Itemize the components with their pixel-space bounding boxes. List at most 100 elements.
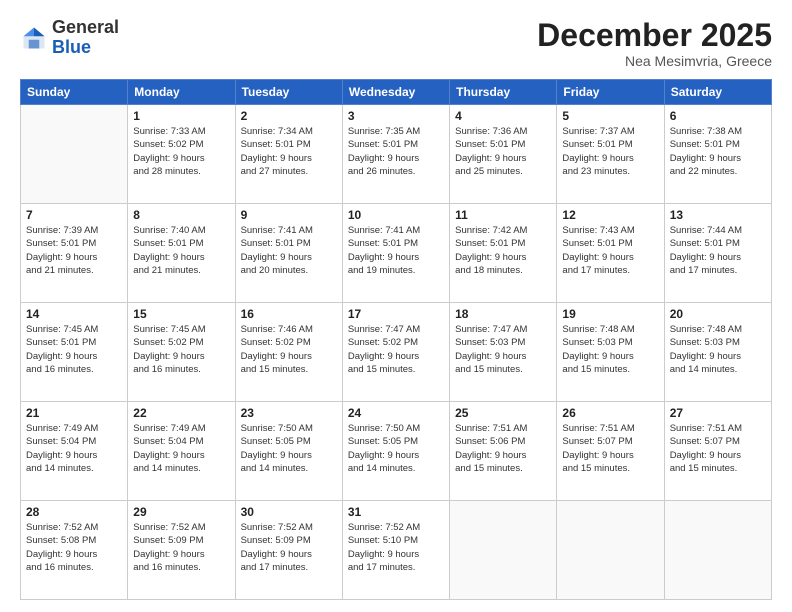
day-info: Sunrise: 7:51 AM Sunset: 5:07 PM Dayligh… xyxy=(670,422,766,475)
day-info: Sunrise: 7:34 AM Sunset: 5:01 PM Dayligh… xyxy=(241,125,337,178)
day-cell: 30 Sunrise: 7:52 AM Sunset: 5:09 PM Dayli… xyxy=(235,501,342,600)
day-info: Sunrise: 7:47 AM Sunset: 5:02 PM Dayligh… xyxy=(348,323,444,376)
day-info: Sunrise: 7:52 AM Sunset: 5:10 PM Dayligh… xyxy=(348,521,444,574)
subtitle: Nea Mesimvria, Greece xyxy=(537,53,772,69)
day-info: Sunrise: 7:40 AM Sunset: 5:01 PM Dayligh… xyxy=(133,224,229,277)
day-cell: 24 Sunrise: 7:50 AM Sunset: 5:05 PM Dayli… xyxy=(342,402,449,501)
day-number: 15 xyxy=(133,307,229,321)
day-number: 19 xyxy=(562,307,658,321)
logo-blue: Blue xyxy=(52,37,91,57)
day-cell: 21Sunrise: 7:49 AM Sunset: 5:04 PM Dayli… xyxy=(21,402,128,501)
day-info: Sunrise: 7:52 AM Sunset: 5:08 PM Dayligh… xyxy=(26,521,122,574)
title-block: December 2025 Nea Mesimvria, Greece xyxy=(537,18,772,69)
day-info: Sunrise: 7:51 AM Sunset: 5:06 PM Dayligh… xyxy=(455,422,551,475)
day-cell: 2 Sunrise: 7:34 AM Sunset: 5:01 PM Daylig… xyxy=(235,105,342,204)
day-info: Sunrise: 7:35 AM Sunset: 5:01 PM Dayligh… xyxy=(348,125,444,178)
day-cell: 8 Sunrise: 7:40 AM Sunset: 5:01 PM Daylig… xyxy=(128,204,235,303)
day-info: Sunrise: 7:47 AM Sunset: 5:03 PM Dayligh… xyxy=(455,323,551,376)
day-info: Sunrise: 7:44 AM Sunset: 5:01 PM Dayligh… xyxy=(670,224,766,277)
day-number: 23 xyxy=(241,406,337,420)
day-number: 7 xyxy=(26,208,122,222)
day-cell: 10 Sunrise: 7:41 AM Sunset: 5:01 PM Dayli… xyxy=(342,204,449,303)
calendar: SundayMondayTuesdayWednesdayThursdayFrid… xyxy=(20,79,772,600)
day-number: 9 xyxy=(241,208,337,222)
day-info: Sunrise: 7:48 AM Sunset: 5:03 PM Dayligh… xyxy=(562,323,658,376)
day-cell xyxy=(21,105,128,204)
day-cell: 7 Sunrise: 7:39 AM Sunset: 5:01 PM Daylig… xyxy=(21,204,128,303)
day-number: 11 xyxy=(455,208,551,222)
day-info: Sunrise: 7:36 AM Sunset: 5:01 PM Dayligh… xyxy=(455,125,551,178)
day-cell: 29Sunrise: 7:52 AM Sunset: 5:09 PM Dayli… xyxy=(128,501,235,600)
week-row-2: 7 Sunrise: 7:39 AM Sunset: 5:01 PM Daylig… xyxy=(21,204,772,303)
day-number: 5 xyxy=(562,109,658,123)
day-info: Sunrise: 7:46 AM Sunset: 5:02 PM Dayligh… xyxy=(241,323,337,376)
col-header-friday: Friday xyxy=(557,80,664,105)
day-number: 2 xyxy=(241,109,337,123)
day-info: Sunrise: 7:50 AM Sunset: 5:05 PM Dayligh… xyxy=(348,422,444,475)
day-cell: 5 Sunrise: 7:37 AM Sunset: 5:01 PM Daylig… xyxy=(557,105,664,204)
col-header-monday: Monday xyxy=(128,80,235,105)
day-cell: 27 Sunrise: 7:51 AM Sunset: 5:07 PM Dayli… xyxy=(664,402,771,501)
day-info: Sunrise: 7:37 AM Sunset: 5:01 PM Dayligh… xyxy=(562,125,658,178)
day-number: 20 xyxy=(670,307,766,321)
day-cell: 11 Sunrise: 7:42 AM Sunset: 5:01 PM Dayli… xyxy=(450,204,557,303)
logo-icon xyxy=(20,24,48,52)
day-number: 26 xyxy=(562,406,658,420)
day-cell: 4 Sunrise: 7:36 AM Sunset: 5:01 PM Daylig… xyxy=(450,105,557,204)
day-number: 24 xyxy=(348,406,444,420)
day-cell: 25Sunrise: 7:51 AM Sunset: 5:06 PM Dayli… xyxy=(450,402,557,501)
day-info: Sunrise: 7:49 AM Sunset: 5:04 PM Dayligh… xyxy=(26,422,122,475)
day-info: Sunrise: 7:52 AM Sunset: 5:09 PM Dayligh… xyxy=(241,521,337,574)
week-row-5: 28Sunrise: 7:52 AM Sunset: 5:08 PM Dayli… xyxy=(21,501,772,600)
day-info: Sunrise: 7:41 AM Sunset: 5:01 PM Dayligh… xyxy=(241,224,337,277)
day-number: 12 xyxy=(562,208,658,222)
day-info: Sunrise: 7:49 AM Sunset: 5:04 PM Dayligh… xyxy=(133,422,229,475)
col-header-tuesday: Tuesday xyxy=(235,80,342,105)
day-number: 1 xyxy=(133,109,229,123)
day-info: Sunrise: 7:42 AM Sunset: 5:01 PM Dayligh… xyxy=(455,224,551,277)
day-number: 4 xyxy=(455,109,551,123)
day-number: 29 xyxy=(133,505,229,519)
day-cell: 12Sunrise: 7:43 AM Sunset: 5:01 PM Dayli… xyxy=(557,204,664,303)
logo-text: General Blue xyxy=(52,18,119,58)
day-number: 13 xyxy=(670,208,766,222)
day-number: 16 xyxy=(241,307,337,321)
day-cell: 28Sunrise: 7:52 AM Sunset: 5:08 PM Dayli… xyxy=(21,501,128,600)
col-header-thursday: Thursday xyxy=(450,80,557,105)
header-row: SundayMondayTuesdayWednesdayThursdayFrid… xyxy=(21,80,772,105)
month-title: December 2025 xyxy=(537,18,772,53)
day-info: Sunrise: 7:39 AM Sunset: 5:01 PM Dayligh… xyxy=(26,224,122,277)
logo: General Blue xyxy=(20,18,119,58)
day-number: 17 xyxy=(348,307,444,321)
day-info: Sunrise: 7:51 AM Sunset: 5:07 PM Dayligh… xyxy=(562,422,658,475)
col-header-sunday: Sunday xyxy=(21,80,128,105)
day-cell: 20 Sunrise: 7:48 AM Sunset: 5:03 PM Dayli… xyxy=(664,303,771,402)
day-number: 10 xyxy=(348,208,444,222)
day-cell: 23 Sunrise: 7:50 AM Sunset: 5:05 PM Dayli… xyxy=(235,402,342,501)
day-cell: 14Sunrise: 7:45 AM Sunset: 5:01 PM Dayli… xyxy=(21,303,128,402)
day-number: 8 xyxy=(133,208,229,222)
day-cell: 13 Sunrise: 7:44 AM Sunset: 5:01 PM Dayli… xyxy=(664,204,771,303)
day-cell: 26 Sunrise: 7:51 AM Sunset: 5:07 PM Dayli… xyxy=(557,402,664,501)
day-info: Sunrise: 7:48 AM Sunset: 5:03 PM Dayligh… xyxy=(670,323,766,376)
logo-general: General xyxy=(52,17,119,37)
col-header-saturday: Saturday xyxy=(664,80,771,105)
day-cell: 16 Sunrise: 7:46 AM Sunset: 5:02 PM Dayli… xyxy=(235,303,342,402)
day-number: 14 xyxy=(26,307,122,321)
day-cell: 15Sunrise: 7:45 AM Sunset: 5:02 PM Dayli… xyxy=(128,303,235,402)
day-number: 22 xyxy=(133,406,229,420)
week-row-4: 21Sunrise: 7:49 AM Sunset: 5:04 PM Dayli… xyxy=(21,402,772,501)
day-cell xyxy=(664,501,771,600)
day-number: 27 xyxy=(670,406,766,420)
day-cell: 31Sunrise: 7:52 AM Sunset: 5:10 PM Dayli… xyxy=(342,501,449,600)
day-cell: 19 Sunrise: 7:48 AM Sunset: 5:03 PM Dayli… xyxy=(557,303,664,402)
day-number: 3 xyxy=(348,109,444,123)
day-cell: 17 Sunrise: 7:47 AM Sunset: 5:02 PM Dayli… xyxy=(342,303,449,402)
day-info: Sunrise: 7:33 AM Sunset: 5:02 PM Dayligh… xyxy=(133,125,229,178)
day-number: 30 xyxy=(241,505,337,519)
day-info: Sunrise: 7:41 AM Sunset: 5:01 PM Dayligh… xyxy=(348,224,444,277)
day-cell: 3 Sunrise: 7:35 AM Sunset: 5:01 PM Daylig… xyxy=(342,105,449,204)
page: General Blue December 2025 Nea Mesimvria… xyxy=(0,0,792,612)
day-info: Sunrise: 7:50 AM Sunset: 5:05 PM Dayligh… xyxy=(241,422,337,475)
week-row-1: 1 Sunrise: 7:33 AM Sunset: 5:02 PM Daylig… xyxy=(21,105,772,204)
